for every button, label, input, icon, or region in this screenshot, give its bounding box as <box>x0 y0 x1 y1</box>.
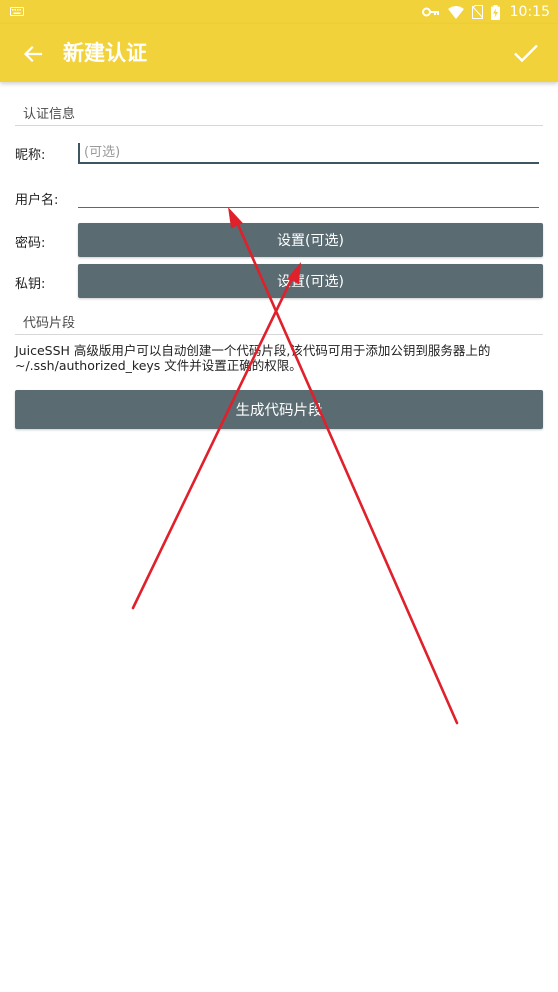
keyboard-icon <box>10 7 24 16</box>
toolbar: 新建认证 <box>0 24 558 82</box>
battery-charging-icon <box>490 4 500 20</box>
status-bar: 10:15 <box>0 0 558 24</box>
no-sim-icon <box>471 5 483 19</box>
key-icon <box>421 7 439 17</box>
snippet-description: JuiceSSH 高级版用户可以自动创建一个代码片段,该代码可用于添加公钥到服务… <box>15 343 545 373</box>
button-label: 生成代码片段 <box>235 403 323 419</box>
set-private-key-button[interactable]: 设置(可选) <box>78 264 543 298</box>
generate-snippet-button[interactable]: 生成代码片段 <box>15 390 543 429</box>
page-title: 新建认证 <box>63 41 147 65</box>
section-title: 认证信息 <box>23 107 76 122</box>
username-label: 用户名: <box>15 193 59 208</box>
section-header-identity: 认证信息 <box>15 101 543 126</box>
nickname-input[interactable] <box>78 142 539 164</box>
back-button[interactable] <box>18 39 48 69</box>
wifi-icon <box>447 5 464 19</box>
username-input[interactable] <box>78 186 539 208</box>
save-button[interactable] <box>510 37 542 69</box>
screen: 10:15 新建认证 认证信息 昵称: 用户名: 密码: 设置(可选) 私钥: … <box>0 0 558 992</box>
clock: 10:15 <box>509 4 550 20</box>
section-title: 代码片段 <box>23 316 76 331</box>
section-header-snippet: 代码片段 <box>15 310 543 335</box>
description-line: JuiceSSH 高级版用户可以自动创建一个代码片段,该代码可用于添加公钥到服务… <box>15 343 491 358</box>
button-label: 设置(可选) <box>277 274 344 290</box>
password-label: 密码: <box>15 236 46 251</box>
button-label: 设置(可选) <box>277 233 344 249</box>
description-line: ~/.ssh/authorized_keys 文件并设置正确的权限。 <box>15 358 302 373</box>
private-key-label: 私钥: <box>15 277 46 292</box>
text-caret <box>78 143 80 162</box>
check-icon <box>514 44 538 63</box>
nickname-label: 昵称: <box>15 148 46 163</box>
arrow-left-icon <box>23 45 43 63</box>
set-password-button[interactable]: 设置(可选) <box>78 223 543 257</box>
